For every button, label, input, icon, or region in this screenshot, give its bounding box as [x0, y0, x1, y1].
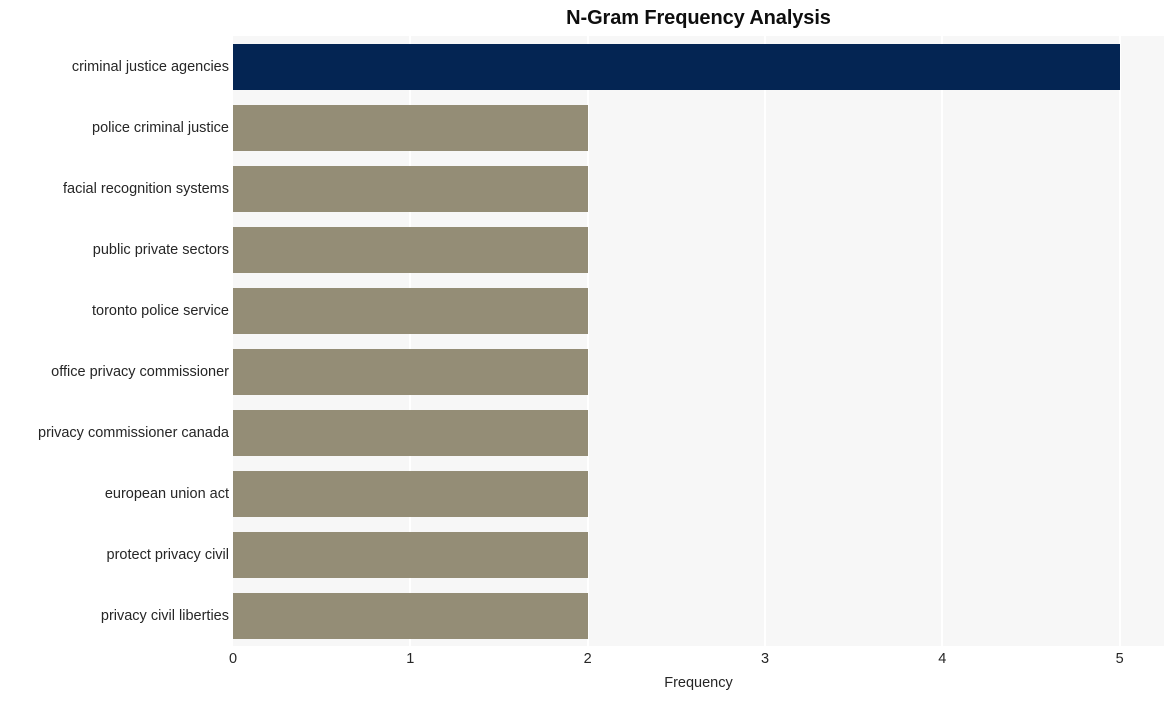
y-axis-tick-labels: criminal justice agencies police criminal…: [0, 36, 229, 646]
bar-row: [233, 287, 1164, 334]
bar[interactable]: [233, 287, 588, 334]
y-tick-label: european union act: [104, 485, 229, 502]
bar-row: [233, 409, 1164, 456]
y-tick-label: privacy commissioner canada: [38, 424, 229, 441]
bar-row: [233, 43, 1164, 90]
x-tick-label: 1: [406, 651, 415, 667]
bar[interactable]: [233, 165, 588, 212]
bar-row: [233, 531, 1164, 578]
y-tick-label: toronto police service: [91, 302, 229, 319]
x-tick-label: 5: [1115, 651, 1124, 667]
y-tick-label: privacy civil liberties: [100, 607, 229, 624]
x-tick-label: 0: [228, 651, 238, 667]
x-tick-label: 3: [760, 651, 770, 667]
ngram-frequency-chart: N-Gram Frequency Analysis criminal justi…: [0, 0, 1174, 701]
bar[interactable]: [233, 531, 588, 578]
x-axis-tick-labels: 0 1 2 3 4 5: [0, 650, 1174, 672]
y-tick-label: facial recognition systems: [62, 180, 229, 197]
x-axis-title: Frequency: [664, 675, 733, 691]
bar-row: [233, 592, 1164, 639]
bar[interactable]: [233, 226, 588, 273]
bar-row: [233, 165, 1164, 212]
bar-row: [233, 104, 1164, 151]
bar[interactable]: [233, 43, 1120, 90]
bars-layer: [233, 36, 1164, 646]
y-tick-label: criminal justice agencies: [71, 58, 229, 75]
bar[interactable]: [233, 104, 588, 151]
bar-row: [233, 470, 1164, 517]
chart-title: N-Gram Frequency Analysis: [566, 7, 831, 29]
y-tick-label: office privacy commissioner: [51, 363, 229, 380]
bar-row: [233, 348, 1164, 395]
plot-area: [233, 36, 1164, 646]
bar[interactable]: [233, 470, 588, 517]
y-tick-label: police criminal justice: [92, 119, 229, 136]
y-tick-label: public private sectors: [92, 241, 229, 258]
bar[interactable]: [233, 409, 588, 456]
bar[interactable]: [233, 348, 588, 395]
x-tick-label: 2: [583, 651, 592, 667]
bar[interactable]: [233, 592, 588, 639]
x-tick-label: 4: [938, 651, 947, 667]
bar-row: [233, 226, 1164, 273]
y-tick-label: protect privacy civil: [106, 546, 229, 563]
